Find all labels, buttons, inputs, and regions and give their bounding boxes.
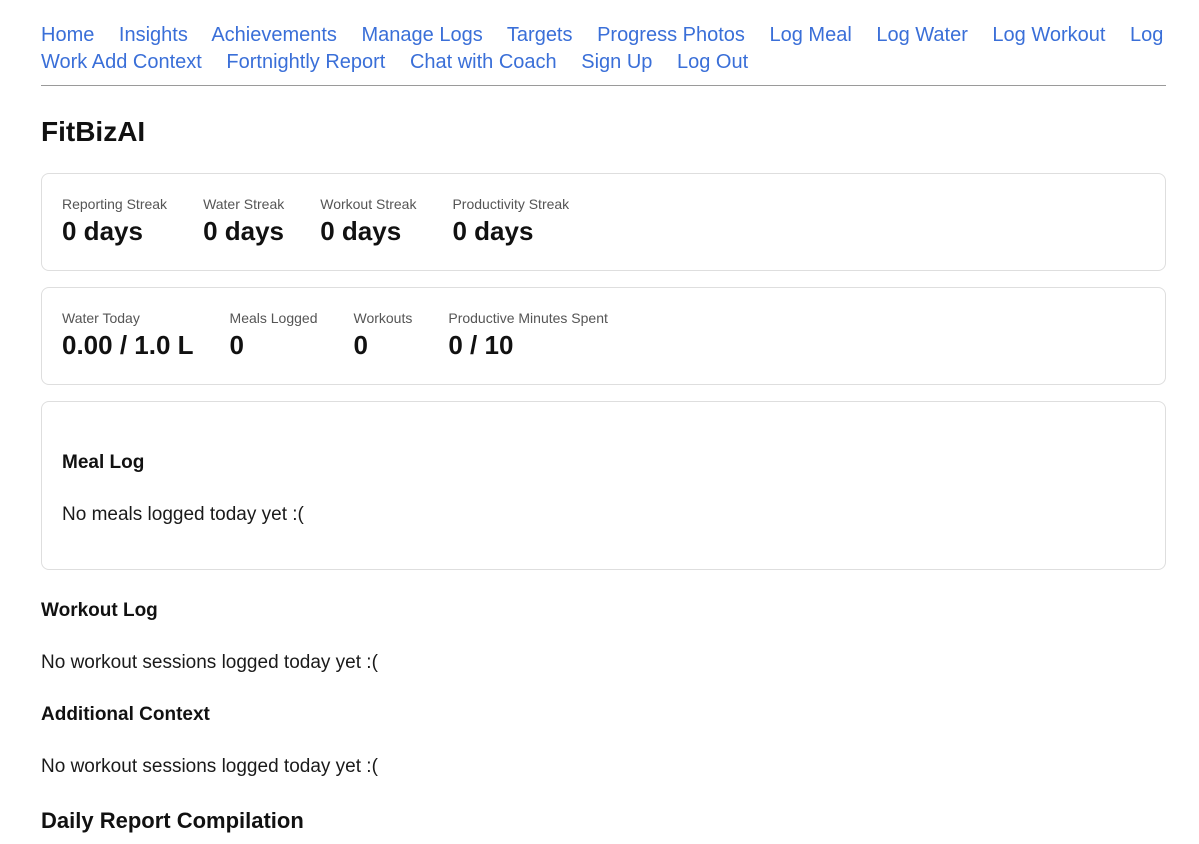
nav-link-sign-up[interactable]: Sign Up (581, 51, 652, 73)
additional-context-empty-text: No workout sessions logged today yet :( (41, 756, 378, 777)
stat-value: 0 / 10 (448, 330, 514, 360)
stat-value: 0 days (203, 216, 285, 246)
stat-label: Workout Streak (320, 196, 417, 212)
stat-productive-minutes: Productive Minutes Spent 0 / 10 (448, 310, 608, 364)
nav-link-chat-with-coach[interactable]: Chat with Coach (410, 51, 557, 73)
stat-value: 0 days (452, 216, 534, 246)
stat-reporting-streak: Reporting Streak 0 days (62, 196, 167, 250)
meal-log-heading: Meal Log (62, 452, 145, 473)
today-card: Water Today 0.00 / 1.0 L Meals Logged 0 … (41, 287, 1166, 385)
stat-value: 0 days (320, 216, 402, 246)
stat-label: Productive Minutes Spent (448, 310, 608, 326)
stat-productivity-streak: Productivity Streak 0 days (452, 196, 569, 250)
workout-log-section: Workout Log No workout sessions logged t… (41, 600, 1166, 674)
workout-log-empty-text: No workout sessions logged today yet :( (41, 652, 378, 673)
nav-link-log-meal[interactable]: Log Meal (769, 24, 851, 46)
stat-value: 0 (353, 330, 368, 360)
nav-link-log-workout[interactable]: Log Workout (992, 24, 1105, 46)
stat-label: Meals Logged (229, 310, 318, 326)
streaks-stats: Reporting Streak 0 days Water Streak 0 d… (62, 196, 1145, 250)
workout-log-heading: Workout Log (41, 600, 158, 621)
today-stats: Water Today 0.00 / 1.0 L Meals Logged 0 … (62, 310, 1145, 364)
meal-log-empty-text: No meals logged today yet :( (62, 504, 304, 525)
page: Home Insights Achievements Manage Logs T… (0, 0, 1199, 834)
app-title: FitBizAI (41, 116, 146, 147)
nav-link-insights[interactable]: Insights (119, 24, 188, 46)
nav-link-log-out[interactable]: Log Out (677, 51, 748, 73)
nav-link-targets[interactable]: Targets (507, 24, 573, 46)
stat-label: Productivity Streak (452, 196, 570, 212)
stat-label: Water Today (62, 310, 140, 326)
nav-link-home[interactable]: Home (41, 24, 94, 46)
nav-link-fortnightly-report[interactable]: Fortnightly Report (226, 51, 385, 73)
additional-context-section: Additional Context No workout sessions l… (41, 704, 1166, 778)
stat-label: Workouts (353, 310, 413, 326)
stat-meals-logged: Meals Logged 0 (230, 310, 318, 364)
nav-link-add-context[interactable]: Add Context (92, 51, 202, 73)
stat-workout-streak: Workout Streak 0 days (320, 196, 416, 250)
stat-water-streak: Water Streak 0 days (203, 196, 284, 250)
stat-value: 0 (229, 330, 244, 360)
stat-workouts: Workouts 0 (353, 310, 412, 364)
meal-log-card: Meal Log No meals logged today yet :( (41, 401, 1166, 570)
top-nav: Home Insights Achievements Manage Logs T… (41, 22, 1166, 86)
nav-link-achievements[interactable]: Achievements (211, 24, 337, 46)
stat-value: 0.00 / 1.0 L (62, 330, 194, 360)
stat-value: 0 days (62, 216, 143, 246)
streaks-card: Reporting Streak 0 days Water Streak 0 d… (41, 173, 1166, 271)
daily-report-heading: Daily Report Compilation (41, 808, 304, 833)
nav-link-manage-logs[interactable]: Manage Logs (362, 24, 483, 46)
nav-link-log-water[interactable]: Log Water (876, 24, 968, 46)
stat-water-today: Water Today 0.00 / 1.0 L (62, 310, 194, 364)
stat-label: Water Streak (203, 196, 285, 212)
nav-link-progress-photos[interactable]: Progress Photos (597, 24, 745, 46)
stat-label: Reporting Streak (62, 196, 168, 212)
additional-context-heading: Additional Context (41, 704, 210, 725)
